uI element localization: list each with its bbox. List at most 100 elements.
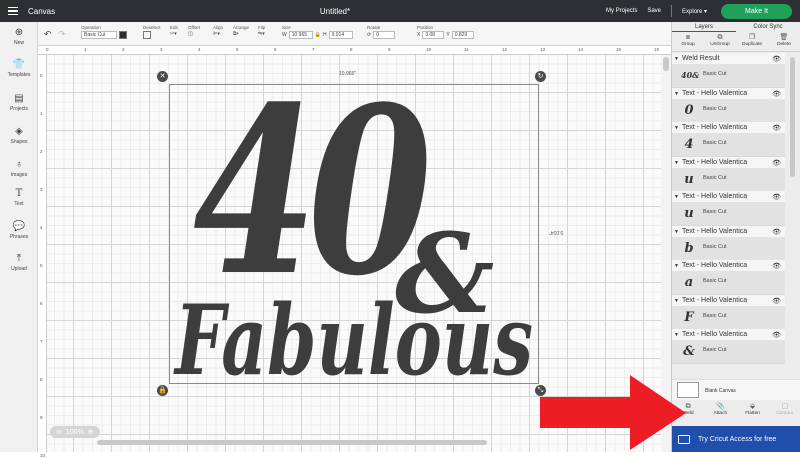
cricut-access-banner[interactable]: Try Cricut Access for free [672, 426, 800, 452]
layers-scrollbar[interactable] [785, 53, 800, 393]
eye-icon[interactable]: 👁 [772, 90, 781, 98]
y-input[interactable]: 0.829 [451, 31, 474, 39]
layer-group[interactable]: ▼ Text - Hello Valentica 👁 u Basic Cut [672, 156, 785, 191]
caret-down-icon[interactable]: ▼ [674, 194, 679, 200]
tab-layers[interactable]: Layers [672, 22, 736, 32]
group-button[interactable]: ⧈ Group [673, 34, 703, 51]
ruler-left: 0 1 2 3 4 5 6 7 8 9 10 [38, 55, 47, 458]
caret-down-icon[interactable]: ▼ [674, 91, 679, 97]
tab-color-sync[interactable]: Color Sync [736, 22, 800, 32]
layer-group[interactable]: ▼ Text - Hello Valentica 👁 u Basic Cut [672, 191, 785, 226]
layer-row[interactable]: 0 Basic Cut [672, 98, 785, 122]
layer-row[interactable]: 40& Basic Cut [672, 64, 785, 87]
caret-down-icon[interactable]: ▼ [674, 160, 679, 166]
caret-down-icon[interactable]: ▼ [674, 298, 679, 304]
delete-handle-icon[interactable]: ✕ [157, 71, 168, 82]
make-it-button[interactable]: Make It [721, 3, 792, 19]
attach-button[interactable]: 📎 Attach [706, 402, 734, 422]
sidebar-item-upload[interactable]: ⤒ Upload [0, 254, 38, 273]
caret-down-icon[interactable]: ▼ [674, 229, 679, 235]
arrange-icon[interactable]: ⧉▾ [233, 31, 249, 37]
caret-down-icon[interactable]: ▼ [674, 263, 679, 269]
eye-icon[interactable]: 👁 [772, 262, 781, 270]
layer-group[interactable]: ▼ Text - Hello Valentica 👁 a Basic Cut [672, 260, 785, 295]
lock-icon[interactable]: 🔒 [315, 32, 321, 38]
flip-icon[interactable]: ⇋▾ [258, 31, 265, 37]
sidebar-item-projects[interactable]: ▤ Projects [0, 93, 38, 113]
projects-icon: ▤ [14, 93, 24, 104]
layer-group[interactable]: ▼ Text - Hello Valentica 👁 0 Basic Cut [672, 87, 785, 122]
width-input[interactable]: 10.965 [288, 31, 313, 39]
ungroup-button[interactable]: ⧉ UnGroup [705, 34, 735, 51]
eye-icon[interactable]: 👁 [772, 159, 781, 167]
eye-icon[interactable]: 👁 [772, 55, 781, 63]
ungroup-icon: ⧉ [717, 34, 723, 41]
height-input[interactable]: 9.014 [328, 31, 353, 39]
layer-row[interactable]: u Basic Cut [672, 202, 785, 225]
sidebar-item-phrases[interactable]: 💬 Phrases [0, 222, 38, 241]
layer-group[interactable]: ▼ Text - Hello Valentica 👁 b Basic Cut [672, 225, 785, 260]
align-label: Align [213, 25, 224, 30]
sidebar-item-shapes[interactable]: ◈ Shapes [0, 127, 38, 146]
layer-row[interactable]: a Basic Cut [672, 271, 785, 294]
sidebar-item-new[interactable]: ⊕ New [0, 28, 38, 47]
explore-dropdown[interactable]: Explore ▾ [682, 8, 707, 15]
flatten-button[interactable]: ⬙ Flatten [739, 402, 767, 422]
layer-group[interactable]: ▼ Text - Hello Valentica 👁 & Basic Cut [672, 329, 785, 364]
caret-down-icon[interactable]: ▼ [674, 125, 679, 131]
height-label: H [322, 32, 327, 38]
layer-type: Basic Cut [703, 278, 727, 284]
lock-handle-icon[interactable]: 🔒 [157, 385, 168, 396]
contour-button[interactable]: ▢ Contour [771, 402, 799, 422]
align-icon[interactable]: ⊫▾ [213, 31, 223, 37]
deselect-icon[interactable] [143, 31, 151, 39]
my-projects-link[interactable]: My Projects [606, 8, 637, 14]
layer-row[interactable]: F Basic Cut [672, 305, 785, 329]
undo-icon[interactable]: ↶ [44, 29, 52, 40]
eye-icon[interactable]: 👁 [772, 331, 781, 339]
rotate-input[interactable]: 0 [373, 31, 396, 39]
layer-group[interactable]: ▼ Weld Result 👁 40& Basic Cut [672, 53, 785, 88]
flatten-icon: ⬙ [749, 403, 756, 410]
layer-group[interactable]: ▼ Text - Hello Valentica 👁 F Basic Cut [672, 294, 785, 329]
ruler-top-number: 16 [654, 47, 660, 52]
offset-icon[interactable]: ◫ [188, 31, 200, 37]
edit-icon[interactable]: ✂▾ [170, 31, 178, 37]
eye-icon[interactable]: 👁 [772, 193, 781, 201]
duplicate-icon: ❐ [748, 34, 756, 41]
eye-icon[interactable]: 👁 [772, 228, 781, 236]
layer-type: Basic Cut [703, 174, 727, 181]
sidebar-item-templates[interactable]: 👕 Templates [0, 60, 38, 79]
ruler-top-number: 13 [540, 47, 546, 52]
ruler-top-number: 4 [198, 47, 201, 52]
sidebar-item-text[interactable]: T Text [0, 189, 38, 208]
eye-icon[interactable]: 👁 [772, 297, 781, 305]
zoom-in-icon[interactable]: ⊕ [88, 428, 94, 436]
zoom-control[interactable]: ⊖ 100% ⊕ [50, 426, 100, 438]
color-swatch[interactable] [119, 31, 127, 39]
rotate-handle-icon[interactable]: ↻ [535, 71, 546, 82]
layer-row[interactable]: u Basic Cut [672, 167, 785, 191]
layer-type: Basic Cut [703, 243, 727, 250]
sidebar-item-images[interactable]: ♁ Images [0, 160, 38, 179]
ruler-left-number: 5 [40, 263, 43, 268]
blank-canvas-row[interactable]: Blank Canvas [672, 379, 800, 400]
operation-select[interactable]: Basic Cut [81, 31, 117, 39]
ruler-top-number: 10 [426, 47, 432, 52]
eye-icon[interactable]: 👁 [772, 124, 781, 132]
x-input[interactable]: 3.08 [422, 31, 445, 39]
zoom-out-icon[interactable]: ⊖ [56, 428, 62, 436]
layer-group[interactable]: ▼ Text - Hello Valentica 👁 4 Basic Cut [672, 122, 785, 157]
caret-down-icon[interactable]: ▼ [674, 332, 679, 338]
layer-row[interactable]: 4 Basic Cut [672, 133, 785, 156]
layer-row[interactable]: & Basic Cut [672, 340, 785, 363]
duplicate-button[interactable]: ❐ Duplicate [737, 34, 767, 51]
delete-button[interactable]: 🗑 Delete [769, 34, 799, 51]
rotate-icon: ⟳ [367, 32, 372, 38]
layer-title: Text - Hello Valentica [681, 89, 748, 97]
redo-icon[interactable]: ↷ [58, 29, 66, 40]
ruler-left-number: 10 [40, 453, 46, 458]
save-link[interactable]: Save [647, 8, 661, 14]
caret-down-icon[interactable]: ▼ [674, 56, 679, 62]
layer-row[interactable]: b Basic Cut [672, 236, 785, 260]
